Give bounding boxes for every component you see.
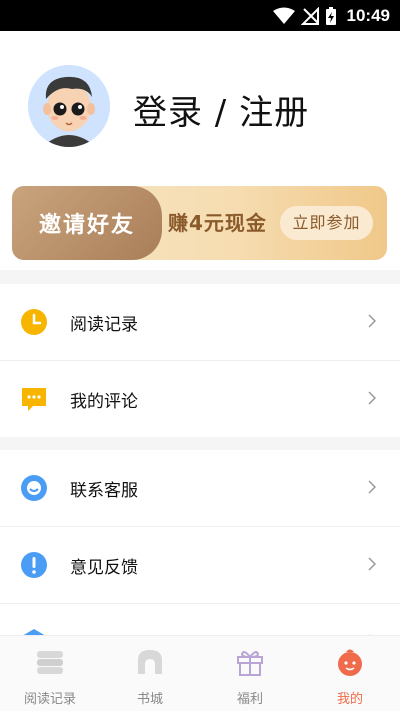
banner-invite-text: 邀请好友 (12, 186, 162, 260)
clock-icon (21, 309, 47, 335)
menu-item-customer-service[interactable]: 联系客服 (0, 450, 400, 527)
profile-header: 登录 / 注册 邀请好友 赚4元现金 立即参加 (0, 31, 400, 270)
comment-icon (22, 388, 46, 411)
feedback-icon (21, 552, 47, 578)
bottom-tab-bar: 阅读记录 书城 福利 我的 (0, 635, 400, 711)
tab-label: 福利 (236, 692, 263, 707)
menu-item-label: 意见反馈 (70, 558, 138, 578)
gift-icon (237, 651, 263, 676)
tab-label: 阅读记录 (23, 692, 76, 707)
menu-item-my-comments[interactable]: 我的评论 (0, 361, 400, 437)
menu-group-2: 联系客服 意见反馈 设置 (0, 450, 400, 640)
invite-banner[interactable]: 邀请好友 赚4元现金 立即参加 (12, 186, 387, 260)
join-now-button[interactable]: 立即参加 (280, 206, 373, 240)
chevron-right-icon (368, 557, 376, 571)
wifi-icon (272, 7, 295, 24)
tab-reading-history[interactable]: 阅读记录 (0, 636, 100, 711)
tab-mine[interactable]: 我的 (300, 636, 400, 711)
menu-group-1: 阅读记录 我的评论 (0, 284, 400, 437)
profile-icon (338, 649, 362, 676)
tab-label: 书城 (136, 692, 163, 707)
tab-label: 我的 (336, 692, 363, 707)
menu-item-label: 阅读记录 (70, 315, 138, 335)
avatar[interactable] (28, 65, 110, 147)
tab-benefits[interactable]: 福利 (200, 636, 300, 711)
chevron-right-icon (368, 314, 376, 328)
customer-service-icon (21, 475, 47, 501)
status-bar: 10:49 (0, 0, 400, 31)
chevron-right-icon (368, 480, 376, 494)
status-time: 10:49 (346, 6, 390, 25)
menu-item-label: 我的评论 (70, 392, 138, 412)
books-icon (37, 651, 63, 674)
no-signal-icon (300, 7, 319, 25)
login-register-link[interactable]: 登录 / 注册 (133, 85, 309, 134)
menu-item-reading-history[interactable]: 阅读记录 (0, 284, 400, 361)
battery-charging-icon (325, 7, 336, 25)
menu-item-label: 联系客服 (70, 481, 138, 501)
chevron-right-icon (368, 391, 376, 405)
banner-reward-text: 赚4元现金 (168, 211, 267, 235)
bookstore-icon (138, 650, 162, 674)
tab-bookstore[interactable]: 书城 (100, 636, 200, 711)
menu-item-feedback[interactable]: 意见反馈 (0, 527, 400, 604)
